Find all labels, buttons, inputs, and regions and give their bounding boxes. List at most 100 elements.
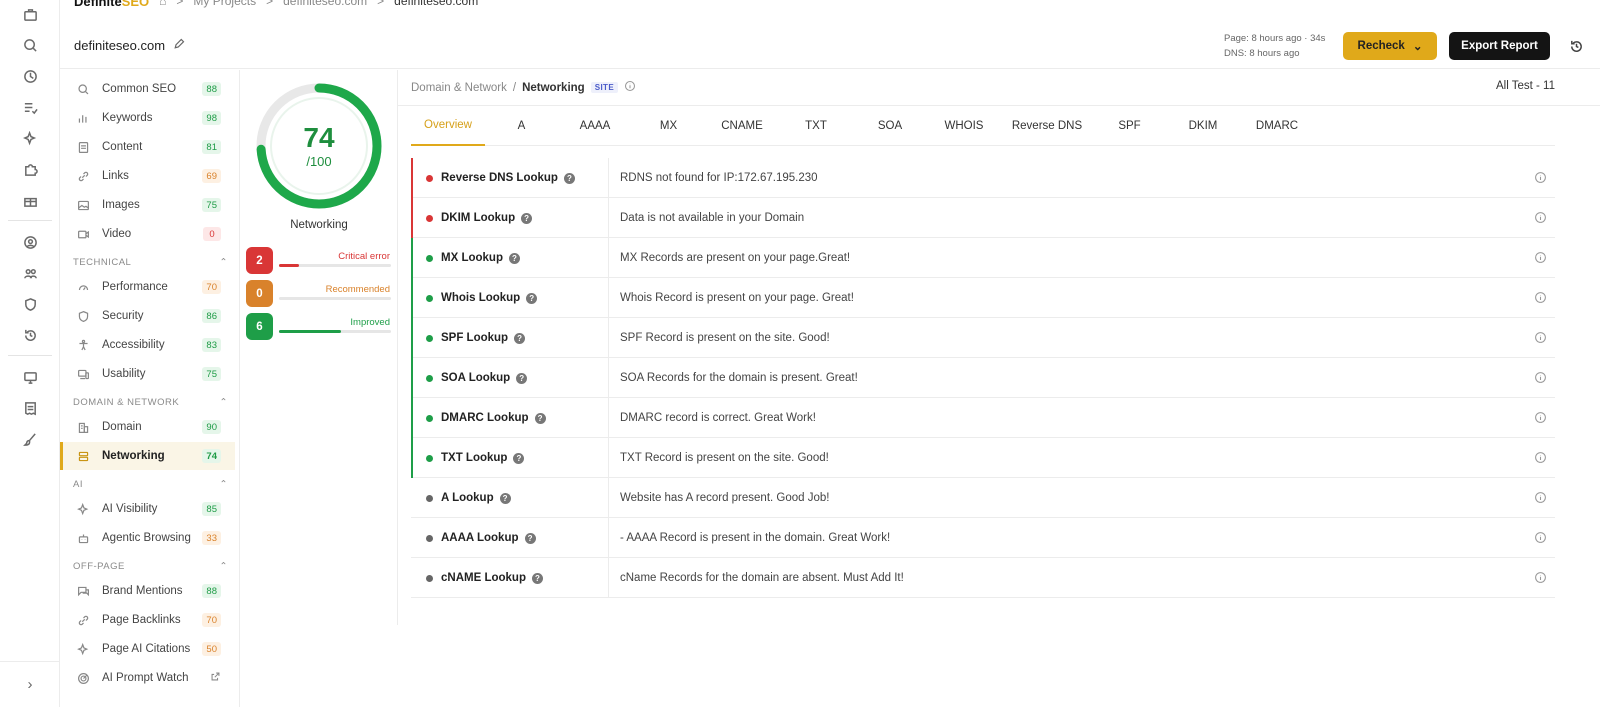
tab-reverse-dns[interactable]: Reverse DNS bbox=[1001, 106, 1093, 146]
info-icon[interactable] bbox=[1534, 211, 1547, 227]
sidebar-section-header[interactable]: DOMAIN & NETWORK ⌃ bbox=[73, 397, 228, 408]
help-icon[interactable]: ? bbox=[499, 492, 511, 504]
puzzle-icon[interactable] bbox=[20, 159, 40, 179]
info-icon[interactable] bbox=[1534, 451, 1547, 467]
sidebar-item-ai-visibility[interactable]: AI Visibility 85 bbox=[60, 495, 235, 523]
receipt-icon[interactable] bbox=[20, 398, 40, 418]
help-icon[interactable]: ? bbox=[513, 452, 525, 464]
user-circle-icon[interactable] bbox=[20, 232, 40, 252]
info-icon[interactable] bbox=[1534, 491, 1547, 507]
recheck-button[interactable]: Recheck ⌄ bbox=[1343, 32, 1437, 60]
help-icon[interactable]: ? bbox=[521, 212, 533, 224]
crumb-parent[interactable]: Domain & Network bbox=[411, 82, 507, 94]
brush-icon[interactable] bbox=[20, 429, 40, 449]
breadcrumb-domain[interactable]: definiteseo.com bbox=[283, 0, 367, 8]
help-icon[interactable]: ? bbox=[514, 332, 526, 344]
home-icon[interactable]: ⌂ bbox=[159, 0, 166, 8]
help-icon[interactable]: ? bbox=[563, 172, 575, 184]
history-icon[interactable] bbox=[20, 325, 40, 345]
sidebar-section-header[interactable]: TECHNICAL ⌃ bbox=[73, 257, 228, 268]
score-badge: 90 bbox=[202, 420, 221, 434]
clock-icon[interactable] bbox=[20, 66, 40, 86]
help-icon[interactable]: ? bbox=[526, 292, 538, 304]
sidebar-item-common-seo[interactable]: Common SEO 88 bbox=[60, 75, 235, 103]
score-badge: 75 bbox=[202, 198, 221, 212]
info-icon[interactable] bbox=[1534, 571, 1547, 587]
sidebar-item-page-ai-citations[interactable]: Page AI Citations 50 bbox=[60, 635, 235, 663]
sidebar-item-security[interactable]: Security 86 bbox=[60, 302, 235, 330]
sidebar-item-content[interactable]: Content 81 bbox=[60, 133, 235, 161]
search-globe-icon[interactable] bbox=[20, 35, 40, 55]
help-icon[interactable]: ? bbox=[531, 572, 543, 584]
tab-dkim[interactable]: DKIM bbox=[1166, 106, 1240, 146]
tab-soa[interactable]: SOA bbox=[853, 106, 927, 146]
sidebar-item-keywords[interactable]: Keywords 98 bbox=[60, 104, 235, 132]
table-row[interactable]: SPF Lookup ? SPF Record is present on th… bbox=[411, 318, 1555, 358]
table-row[interactable]: DKIM Lookup ? Data is not available in y… bbox=[411, 198, 1555, 238]
info-icon[interactable] bbox=[624, 80, 636, 95]
table-row[interactable]: A Lookup ? Website has A record present.… bbox=[411, 478, 1555, 518]
sidebar-item-performance[interactable]: Performance 70 bbox=[60, 273, 235, 301]
sidebar-item-agentic-browsing[interactable]: Agentic Browsing 33 bbox=[60, 524, 235, 552]
info-icon[interactable] bbox=[1534, 251, 1547, 267]
score-badge: 70 bbox=[202, 613, 221, 627]
category-sidebar: Common SEO 88 Keywords 98 Content 81 Lin… bbox=[60, 70, 240, 707]
history-icon[interactable] bbox=[1566, 36, 1586, 56]
tab-mx[interactable]: MX bbox=[632, 106, 705, 146]
tab-aaaa[interactable]: AAAA bbox=[558, 106, 632, 146]
sidebar-item-ai-prompt-watch[interactable]: AI Prompt Watch bbox=[60, 664, 235, 692]
table-row[interactable]: cNAME Lookup ? cName Records for the dom… bbox=[411, 558, 1555, 598]
help-icon[interactable]: ? bbox=[524, 532, 536, 544]
sidebar-item-video[interactable]: Video 0 bbox=[60, 220, 235, 248]
info-icon[interactable] bbox=[1534, 531, 1547, 547]
breadcrumb-projects[interactable]: My Projects bbox=[193, 0, 256, 8]
info-icon[interactable] bbox=[1534, 291, 1547, 307]
table-row[interactable]: SOA Lookup ? SOA Records for the domain … bbox=[411, 358, 1555, 398]
page-header: definiteseo.com Page: 8 hours ago · 34s … bbox=[60, 22, 1600, 69]
sidebar-item-accessibility[interactable]: Accessibility 83 bbox=[60, 331, 235, 359]
table-row[interactable]: AAAA Lookup ? - AAAA Record is present i… bbox=[411, 518, 1555, 558]
tab-spf[interactable]: SPF bbox=[1093, 106, 1166, 146]
briefcase-icon[interactable] bbox=[20, 4, 40, 24]
info-icon[interactable] bbox=[1534, 171, 1547, 187]
table-row[interactable]: TXT Lookup ? TXT Record is present on th… bbox=[411, 438, 1555, 478]
sidebar-item-domain[interactable]: Domain 90 bbox=[60, 413, 235, 441]
gift-icon[interactable] bbox=[20, 190, 40, 210]
table-row[interactable]: DMARC Lookup ? DMARC record is correct. … bbox=[411, 398, 1555, 438]
tab-dmarc[interactable]: DMARC bbox=[1240, 106, 1314, 146]
help-icon[interactable]: ? bbox=[534, 412, 546, 424]
row-result-text: cName Records for the domain are absent.… bbox=[620, 572, 904, 584]
expand-chevron-icon[interactable]: › bbox=[0, 661, 60, 707]
info-icon[interactable] bbox=[1534, 411, 1547, 427]
sidebar-item-networking[interactable]: Networking 74 bbox=[60, 442, 235, 470]
sidebar-item-page-backlinks[interactable]: Page Backlinks 70 bbox=[60, 606, 235, 634]
sidebar-item-links[interactable]: Links 69 bbox=[60, 162, 235, 190]
tab-a[interactable]: A bbox=[485, 106, 558, 146]
sidebar-section-header[interactable]: AI ⌃ bbox=[73, 479, 228, 490]
shield-gear-icon[interactable] bbox=[20, 294, 40, 314]
edit-pencil-icon[interactable] bbox=[173, 38, 185, 53]
brand-logo[interactable]: DefiniteSEO bbox=[74, 0, 149, 9]
gauge-icon bbox=[76, 280, 90, 294]
sidebar-item-brand-mentions[interactable]: Brand Mentions 88 bbox=[60, 577, 235, 605]
tab-overview[interactable]: Overview bbox=[411, 106, 485, 146]
sidebar-item-images[interactable]: Images 75 bbox=[60, 191, 235, 219]
sidebar-section-header[interactable]: OFF-PAGE ⌃ bbox=[73, 561, 228, 572]
sparkle-icon[interactable] bbox=[20, 128, 40, 148]
tab-txt[interactable]: TXT bbox=[779, 106, 853, 146]
help-icon[interactable]: ? bbox=[508, 252, 520, 264]
tab-cname[interactable]: CNAME bbox=[705, 106, 779, 146]
tab-whois[interactable]: WHOIS bbox=[927, 106, 1001, 146]
list-check-icon[interactable] bbox=[20, 97, 40, 117]
export-report-button[interactable]: Export Report bbox=[1449, 32, 1550, 60]
all-test-count: All Test - 11 bbox=[1495, 80, 1555, 92]
monitor-icon[interactable] bbox=[20, 367, 40, 387]
table-row[interactable]: Reverse DNS Lookup ? RDNS not found for … bbox=[411, 158, 1555, 198]
sidebar-item-usability[interactable]: Usability 75 bbox=[60, 360, 235, 388]
table-row[interactable]: Whois Lookup ? Whois Record is present o… bbox=[411, 278, 1555, 318]
info-icon[interactable] bbox=[1534, 371, 1547, 387]
users-icon[interactable] bbox=[20, 263, 40, 283]
info-icon[interactable] bbox=[1534, 331, 1547, 347]
help-icon[interactable]: ? bbox=[516, 372, 528, 384]
table-row[interactable]: MX Lookup ? MX Records are present on yo… bbox=[411, 238, 1555, 278]
